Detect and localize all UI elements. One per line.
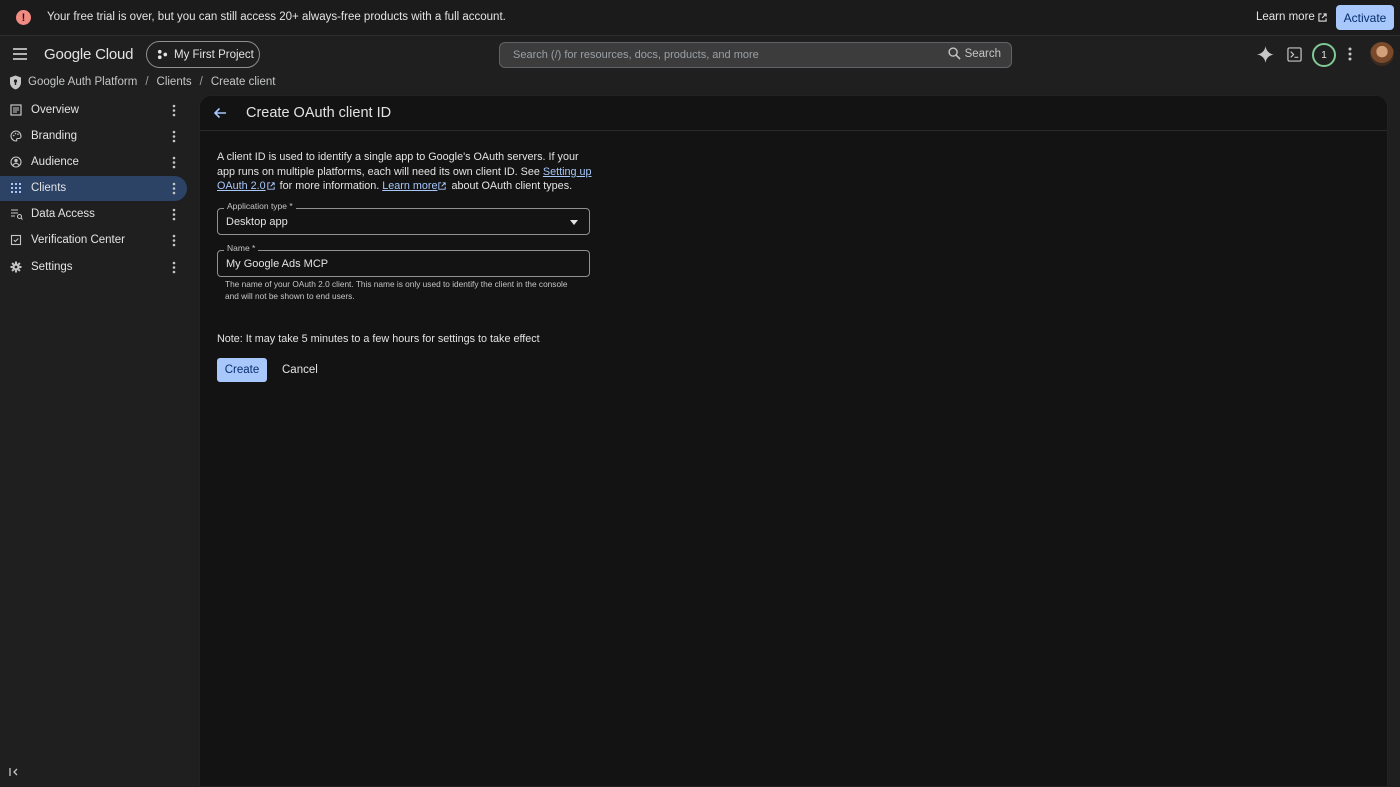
activate-button[interactable]: Activate — [1336, 5, 1394, 30]
cloud-shell-icon[interactable] — [1287, 47, 1302, 62]
verification-icon — [10, 234, 22, 246]
name-help-text: The name of your OAuth 2.0 client. This … — [225, 279, 568, 301]
more-vert-icon[interactable] — [172, 234, 176, 247]
more-vert-icon[interactable] — [1348, 47, 1352, 61]
banner-learn-more-link[interactable]: Learn more — [1256, 11, 1327, 23]
search-placeholder: Search (/) for resources, docs, products… — [513, 49, 759, 61]
more-vert-icon[interactable] — [172, 182, 176, 195]
search-button[interactable]: Search — [947, 47, 1001, 60]
sidebar-item-audience[interactable]: Audience — [0, 150, 187, 175]
sidebar-item-label: Overview — [31, 104, 79, 116]
sidebar-item-settings[interactable]: Settings — [0, 255, 187, 280]
breadcrumb-google-auth-platform[interactable]: Google Auth Platform — [28, 76, 137, 88]
create-button[interactable]: Create — [217, 358, 267, 382]
learn-more-link[interactable]: Learn more — [382, 180, 437, 192]
open-in-new-icon — [1318, 12, 1327, 22]
sidebar-item-clients[interactable]: Clients — [0, 176, 187, 201]
avatar[interactable] — [1370, 42, 1394, 66]
search-button-label: Search — [964, 47, 1001, 60]
data-access-icon — [10, 208, 23, 220]
collapse-sidebar-icon[interactable] — [9, 767, 19, 777]
more-vert-icon[interactable] — [172, 130, 176, 143]
description-text: about OAuth client types. — [448, 180, 573, 192]
sidebar-item-label: Clients — [31, 182, 67, 194]
application-type-select[interactable]: Application type * Desktop app — [217, 201, 590, 235]
project-picker[interactable]: My First Project — [146, 41, 260, 68]
sidebar-item-label: Verification Center — [31, 234, 125, 246]
google-cloud-logo[interactable]: Google Cloud — [44, 46, 134, 63]
page-title: Create OAuth client ID — [246, 105, 392, 121]
banner-message: Your free trial is over, but you can sti… — [47, 11, 506, 23]
trial-banner: ! Your free trial is over, but you can s… — [0, 0, 1400, 36]
cancel-button[interactable]: Cancel — [278, 358, 322, 382]
name-field[interactable]: Name * My Google Ads MCP — [217, 243, 590, 277]
project-icon — [157, 49, 168, 60]
application-type-label: Application type * — [224, 201, 296, 211]
breadcrumb-separator: / — [145, 76, 149, 88]
sidebar-item-label: Data Access — [31, 208, 95, 220]
palette-icon — [10, 130, 22, 142]
sidebar-item-label: Branding — [31, 130, 78, 142]
sidebar-item-data-access[interactable]: Data Access — [0, 202, 187, 227]
name-label: Name * — [224, 243, 259, 253]
more-vert-icon[interactable] — [172, 156, 176, 169]
open-in-new-icon — [438, 182, 447, 190]
banner-learn-more-label: Learn more — [1256, 11, 1315, 23]
more-vert-icon[interactable] — [172, 261, 176, 274]
project-name: My First Project — [174, 48, 254, 61]
back-arrow-icon[interactable] — [213, 106, 227, 120]
description-text: A client ID is used to identify a single… — [217, 151, 579, 178]
breadcrumb-separator: / — [199, 76, 203, 88]
search-icon — [947, 47, 961, 60]
error-icon: ! — [16, 10, 31, 25]
page-header: Create OAuth client ID — [200, 96, 1387, 131]
sidebar-item-label: Audience — [31, 156, 79, 168]
gemini-sparkle-icon[interactable] — [1257, 46, 1274, 63]
search-bar[interactable]: Search (/) for resources, docs, products… — [499, 42, 1012, 68]
name-value: My Google Ads MCP — [226, 258, 329, 270]
top-header: Google Cloud My First Project Search (/)… — [0, 37, 1400, 73]
person-icon — [10, 156, 22, 168]
notifications-badge[interactable]: 1 — [1312, 43, 1336, 67]
main-panel: Create OAuth client ID A client ID is us… — [199, 95, 1388, 787]
open-in-new-icon — [266, 182, 275, 190]
sidebar: Overview Branding Audience Clients Data … — [0, 98, 196, 787]
sidebar-item-verification-center[interactable]: Verification Center — [0, 228, 187, 253]
breadcrumb-create-client: Create client — [210, 76, 276, 88]
overview-icon — [10, 104, 22, 116]
grid-icon — [10, 182, 22, 194]
menu-icon[interactable] — [12, 47, 28, 61]
breadcrumb-clients[interactable]: Clients — [157, 76, 192, 88]
gear-icon — [10, 261, 22, 273]
sidebar-item-label: Settings — [31, 261, 73, 273]
more-vert-icon[interactable] — [172, 104, 176, 117]
more-vert-icon[interactable] — [172, 208, 176, 221]
sidebar-item-branding[interactable]: Branding — [0, 124, 187, 149]
sidebar-item-overview[interactable]: Overview — [0, 98, 187, 123]
settings-note: Note: It may take 5 minutes to a few hou… — [217, 333, 540, 345]
shield-icon — [9, 75, 22, 90]
application-type-value: Desktop app — [226, 216, 288, 228]
description: A client ID is used to identify a single… — [217, 150, 592, 194]
description-text: for more information. — [276, 180, 383, 192]
breadcrumb: Google Auth Platform / Clients / Create … — [9, 75, 275, 89]
dropdown-arrow-icon — [570, 220, 578, 225]
